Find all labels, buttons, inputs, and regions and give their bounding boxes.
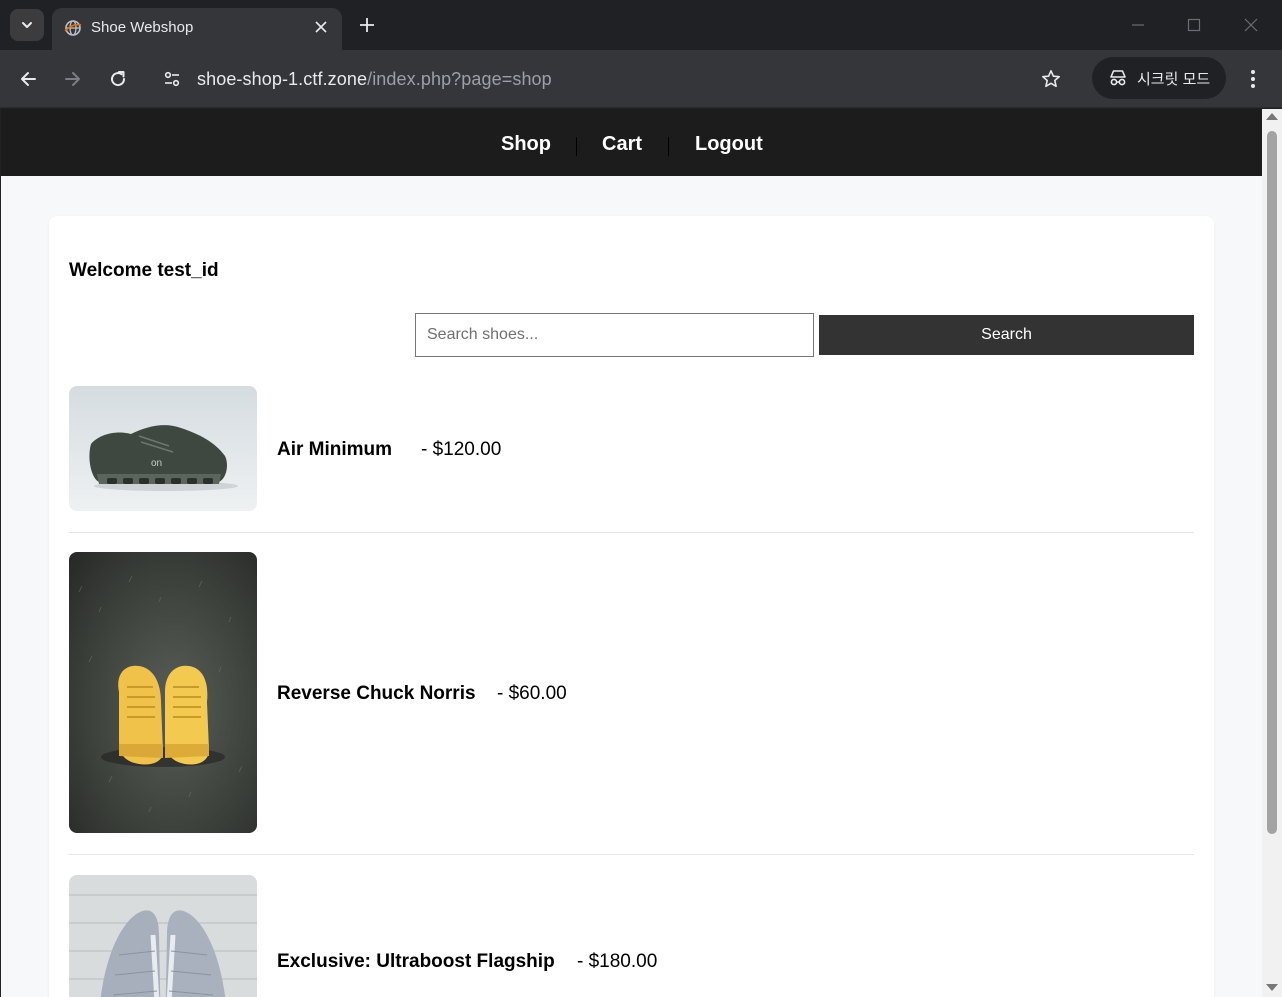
url-host: shoe-shop-1.ctf.zone: [197, 69, 368, 89]
reload-button[interactable]: [103, 64, 133, 94]
minimize-button[interactable]: [1125, 12, 1151, 38]
maximize-button[interactable]: [1181, 12, 1207, 38]
tab-title: Shoe Webshop: [91, 19, 194, 36]
tab-search-button[interactable]: [10, 9, 44, 41]
browser-toolbar: shoe-shop-1.ctf.zone/index.php?page=shop…: [0, 50, 1282, 108]
plus-icon: [360, 18, 374, 32]
page-scrollbar[interactable]: [1262, 109, 1282, 997]
close-icon: [315, 21, 327, 33]
product-item: on Air Minimum - $120.00: [69, 386, 1194, 511]
maximize-icon: [1187, 18, 1201, 32]
shoe-photo: [69, 552, 257, 833]
product-divider: [69, 854, 1194, 855]
bookmark-button[interactable]: [1036, 64, 1066, 94]
globe-icon: [64, 20, 82, 36]
product-name[interactable]: Air Minimum: [277, 439, 392, 461]
scrollbar-thumb[interactable]: [1267, 131, 1277, 834]
search-button[interactable]: Search: [819, 315, 1194, 355]
nav-separator: [668, 137, 669, 156]
arrow-right-icon: [65, 72, 80, 86]
nav-shop-link[interactable]: Shop: [501, 133, 551, 156]
chevron-down-icon: [22, 22, 32, 28]
back-button[interactable]: [13, 64, 43, 94]
more-vert-icon: [1251, 70, 1255, 88]
incognito-icon: [1107, 67, 1129, 89]
browser-tab[interactable]: Shoe Webshop: [52, 8, 342, 50]
site-nav: Shop Cart Logout: [1, 109, 1262, 176]
product-price: - $180.00: [577, 951, 658, 972]
product-price: - $60.00: [497, 683, 567, 704]
shoe-photo: on: [69, 386, 257, 511]
incognito-label: 시크릿 모드: [1137, 70, 1211, 88]
close-icon: [1244, 18, 1258, 32]
product-image[interactable]: on: [69, 386, 257, 511]
product-item: Exclusive: Ultraboost Flagship - $180.00: [69, 875, 1194, 997]
scroll-down-arrow-icon[interactable]: [1266, 984, 1278, 991]
site-info-button[interactable]: [158, 65, 186, 93]
product-name[interactable]: Reverse Chuck Norris: [277, 683, 476, 705]
address-bar[interactable]: shoe-shop-1.ctf.zone/index.php?page=shop: [197, 69, 552, 90]
incognito-indicator[interactable]: 시크릿 모드: [1092, 57, 1226, 99]
product-divider: [69, 532, 1194, 533]
product-name[interactable]: Exclusive: Ultraboost Flagship: [277, 951, 555, 973]
star-icon: [1042, 70, 1060, 88]
product-item: Reverse Chuck Norris - $60.00: [69, 552, 1194, 833]
shoe-photo: [69, 875, 257, 997]
welcome-heading: Welcome test_id: [69, 260, 219, 281]
product-image[interactable]: [69, 552, 257, 833]
new-tab-button[interactable]: [354, 12, 380, 38]
url-path: /index.php?page=shop: [367, 69, 552, 89]
browser-tab-bar: Shoe Webshop: [0, 0, 1282, 50]
nav-logout-link[interactable]: Logout: [695, 133, 763, 156]
reload-icon: [111, 71, 126, 87]
arrow-left-icon: [21, 72, 36, 86]
shop-card: Welcome test_id Search shoes... Search o…: [49, 216, 1214, 997]
nav-separator: [576, 137, 577, 156]
tab-close-button[interactable]: [311, 17, 331, 37]
product-price: - $120.00: [421, 439, 502, 460]
forward-button[interactable]: [58, 64, 88, 94]
scroll-up-arrow-icon[interactable]: [1266, 113, 1278, 120]
browser-menu-button[interactable]: [1240, 64, 1266, 94]
svg-text:on: on: [151, 458, 162, 469]
page-viewport: Shop Cart Logout Welcome test_id Search: [1, 109, 1262, 997]
minimize-icon: [1132, 24, 1144, 26]
search-input[interactable]: [415, 313, 814, 357]
nav-cart-link[interactable]: Cart: [602, 133, 642, 156]
window-close-button[interactable]: [1238, 12, 1264, 38]
tune-icon: [164, 71, 180, 87]
product-image[interactable]: [69, 875, 257, 997]
